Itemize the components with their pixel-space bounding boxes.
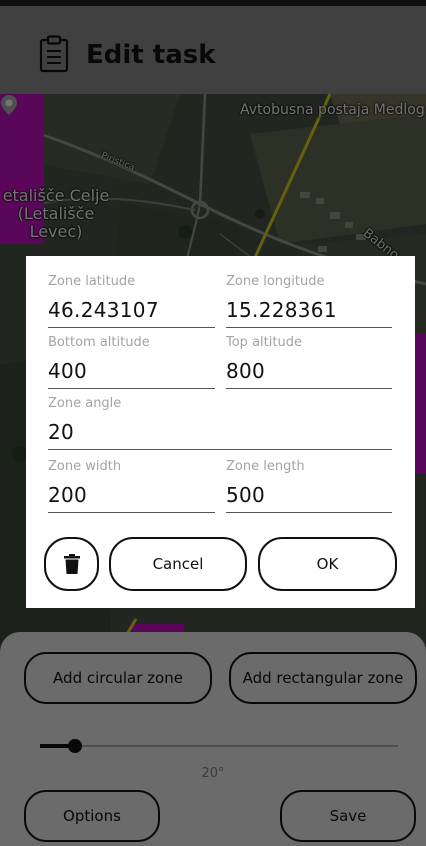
field-label: Zone angle [48,396,122,411]
top-altitude-field[interactable]: Top altitude 800 [226,321,392,389]
trash-icon [63,554,80,574]
field-underline [226,512,392,513]
zone-longitude-field[interactable]: Zone longitude 15.228361 [226,260,392,328]
top-altitude-input[interactable]: 800 [226,359,265,383]
zone-width-field[interactable]: Zone width 200 [48,445,215,513]
zone-length-field[interactable]: Zone length 500 [226,445,392,513]
zone-latitude-input[interactable]: 46.243107 [48,298,159,322]
field-label: Zone width [48,459,122,474]
edit-zone-dialog: Zone latitude 46.243107 Zone longitude 1… [26,256,415,608]
zone-longitude-input[interactable]: 15.228361 [226,298,337,322]
zone-latitude-field[interactable]: Zone latitude 46.243107 [48,260,215,328]
field-label: Zone longitude [226,274,325,289]
zone-length-input[interactable]: 500 [226,483,265,507]
field-label: Zone latitude [48,274,136,289]
field-label: Bottom altitude [48,335,150,350]
ok-button[interactable]: OK [258,537,397,591]
zone-angle-field[interactable]: Zone angle 20 [48,382,392,450]
field-label: Zone length [226,459,305,474]
bottom-altitude-field[interactable]: Bottom altitude 400 [48,321,215,389]
bottom-altitude-input[interactable]: 400 [48,359,87,383]
cancel-button[interactable]: Cancel [109,537,247,591]
zone-width-input[interactable]: 200 [48,483,87,507]
field-underline [48,512,215,513]
delete-zone-button[interactable] [44,537,99,591]
zone-angle-input[interactable]: 20 [48,420,74,444]
field-label: Top altitude [226,335,302,350]
